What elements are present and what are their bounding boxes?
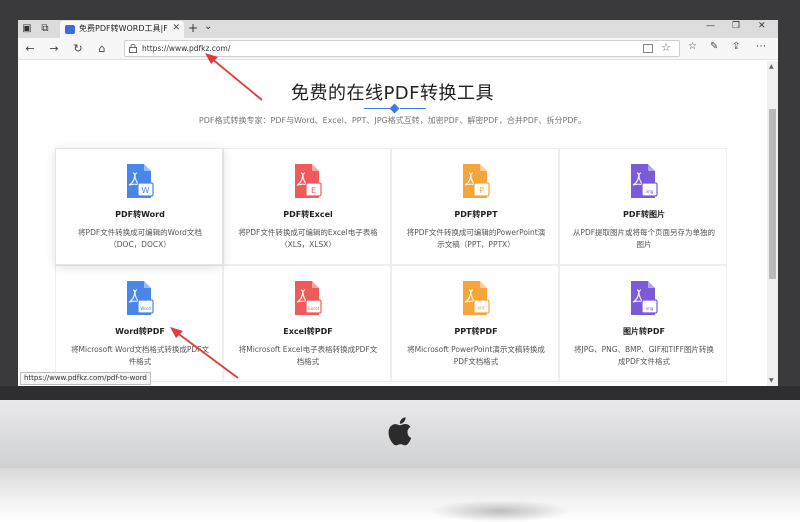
apple-logo-icon xyxy=(388,417,412,446)
tool-card-title: Excel转PDF xyxy=(283,327,333,336)
tool-card-7[interactable]: PPT PPT转PDF 将Microsoft PowerPoint演示文稿转换成PD… xyxy=(391,265,559,382)
pdf-to-word-icon: W xyxy=(127,164,154,198)
refresh-icon[interactable]: ↻ xyxy=(70,41,86,57)
title-divider xyxy=(364,103,426,114)
file-type-badge: img xyxy=(646,189,654,194)
page-title: 免费的在线PDF转换工具 xyxy=(290,83,495,104)
url-text: https://www.pdfkz.com/ xyxy=(142,44,231,53)
tool-card-description: 从PDF提取图片或将每个页面另存为单独的图片 xyxy=(572,228,716,249)
pdf-to-image-icon: img xyxy=(631,164,658,198)
tool-card-5[interactable]: Word Word转PDF 将Microsoft Word文档格式转换成PDF文件格… xyxy=(55,265,223,382)
excel-to-pdf-icon: Excel xyxy=(295,281,322,315)
tool-card-8[interactable]: img 图片转PDF 将JPG、PNG、BMP、GIF和TIFF图片转换成PDF文件… xyxy=(559,265,727,382)
scrollbar-thumb[interactable] xyxy=(769,109,776,279)
word-to-pdf-icon: Word xyxy=(127,281,154,315)
tab-preview-icon[interactable]: ⧉ xyxy=(38,22,52,36)
tool-card-title: PPT转PDF xyxy=(454,327,498,336)
pdf-to-ppt-icon: P xyxy=(463,164,490,198)
tool-card-description: 将PDF文件转换成可编辑的Excel电子表格（XLS，XLSX） xyxy=(238,228,378,249)
pdf-to-excel-icon: E xyxy=(295,164,322,198)
tab-list-chevron-icon[interactable]: ⌄ xyxy=(204,21,212,32)
more-menu-icon[interactable]: ⋯ xyxy=(756,41,766,52)
home-icon[interactable]: ⌂ xyxy=(94,41,110,57)
minimize-icon[interactable]: — xyxy=(706,21,715,31)
file-type-badge: P xyxy=(479,186,484,195)
desk-shadow xyxy=(430,500,570,522)
file-type-badge: W xyxy=(142,186,150,195)
favorites-list-icon[interactable]: ☆ xyxy=(688,41,697,52)
browser-tab[interactable]: 免费PDF转WORD工具|F ✕ xyxy=(60,21,184,38)
file-type-badge: Word xyxy=(140,306,151,311)
tool-card-description: 将Microsoft Word文档格式转换成PDF文件格式 xyxy=(71,345,209,366)
tab-title: 免费PDF转WORD工具|F xyxy=(79,24,168,33)
tool-card-6[interactable]: Excel Excel转PDF 将Microsoft Excel电子表格转换成PDF… xyxy=(223,265,391,382)
restore-icon[interactable]: ❐ xyxy=(732,21,740,31)
page-scrollbar[interactable]: ▲ ▼ xyxy=(767,61,778,386)
tool-card-title: Word转PDF xyxy=(115,327,165,336)
new-tab-icon[interactable]: + xyxy=(188,21,198,35)
reading-view-icon[interactable] xyxy=(643,44,653,53)
tool-card-description: 将Microsoft Excel电子表格转换成PDF文档格式 xyxy=(238,345,378,366)
tool-card-description: 将JPG、PNG、BMP、GIF和TIFF图片转换成PDF文件格式 xyxy=(574,345,714,366)
close-window-icon[interactable]: ✕ xyxy=(758,21,766,31)
tab-bar: ▣ ⧉ 免费PDF转WORD工具|F ✕ + ⌄ — ❐ ✕ xyxy=(18,20,778,38)
address-bar[interactable]: https://www.pdfkz.com/ ☆ xyxy=(124,40,680,57)
monitor-bezel-right xyxy=(778,0,800,392)
lock-icon xyxy=(129,44,137,53)
ppt-to-pdf-icon: PPT xyxy=(463,281,490,315)
tool-card-4[interactable]: img PDF转图片从PDF提取图片或将每个页面另存为单独的图片 xyxy=(559,148,727,265)
tool-card-title: 图片转PDF xyxy=(623,327,665,336)
scroll-down-icon[interactable]: ▼ xyxy=(769,377,774,384)
page-subtitle: PDF格式转换专家：PDF与Word、Excel、PPT、JPG格式互转，加密P… xyxy=(198,116,587,125)
tool-card-title: PDF转图片 xyxy=(623,210,665,219)
monitor-bezel-bottom xyxy=(0,386,800,400)
tool-card-title: PDF转PPT xyxy=(454,210,498,219)
tool-card-2[interactable]: E PDF转Excel 将PDF文件转换成可编辑的Excel电子表格（XLS，XLS… xyxy=(223,148,391,265)
tool-card-description: 将PDF文件转换成可编辑的PowerPoint演示文稿（PPT，PPTX） xyxy=(406,228,546,249)
tool-card-1[interactable]: W PDF转Word 将PDF文件转换成可编辑的Word文档（DOC，DOCX） xyxy=(55,148,223,265)
file-type-badge: PPT xyxy=(478,306,486,311)
tab-close-icon[interactable]: ✕ xyxy=(172,23,180,33)
forward-icon[interactable]: → xyxy=(46,41,62,57)
monitor-bezel-top xyxy=(0,0,800,20)
share-icon[interactable]: ⇪ xyxy=(732,41,740,52)
tool-card-3[interactable]: P PDF转PPT 将PDF文件转换成可编辑的PowerPoint演示文稿（PPT，… xyxy=(391,148,559,265)
scroll-up-icon[interactable]: ▲ xyxy=(769,63,774,70)
tool-card-description: 将PDF文件转换成可编辑的Word文档（DOC，DOCX） xyxy=(78,228,202,249)
browser-toolbar: ← → ↻ ⌂ https://www.pdfkz.com/ ☆ ☆ ✎ ⇪ ⋯ xyxy=(18,38,778,60)
file-type-badge: E xyxy=(311,186,316,195)
monitor-bezel-left xyxy=(0,0,18,392)
tool-card-description: 将Microsoft PowerPoint演示文稿转换成PDF文档格式 xyxy=(407,345,545,366)
site-favicon-icon xyxy=(65,25,75,34)
desk-surface xyxy=(0,468,800,522)
tool-card-title: PDF转Excel xyxy=(283,210,333,219)
tool-card-title: PDF转Word xyxy=(115,210,165,219)
status-bar-url: https://www.pdfkz.com/pdf-to-word xyxy=(20,372,151,385)
favorite-star-icon[interactable]: ☆ xyxy=(661,41,671,54)
tab-actions-icon[interactable]: ▣ xyxy=(20,22,34,36)
page-content: 免费的在线PDF转换工具 PDF格式转换专家：PDF与Word、Excel、PP… xyxy=(18,61,767,386)
image-to-pdf-icon: img xyxy=(631,281,658,315)
file-type-badge: img xyxy=(646,306,654,311)
browser-screen: ▣ ⧉ 免费PDF转WORD工具|F ✕ + ⌄ — ❐ ✕ ← → ↻ ⌂ h… xyxy=(18,20,778,386)
file-type-badge: Excel xyxy=(308,306,319,311)
back-icon[interactable]: ← xyxy=(22,41,38,57)
pen-notes-icon[interactable]: ✎ xyxy=(710,41,718,52)
